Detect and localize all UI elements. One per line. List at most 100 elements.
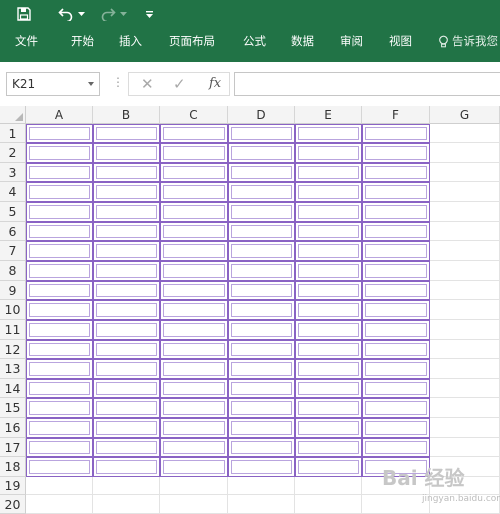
save-icon[interactable] <box>14 4 34 24</box>
cell-a11[interactable] <box>26 320 93 340</box>
cell-a8[interactable] <box>26 261 93 281</box>
cell-d17[interactable] <box>228 438 295 457</box>
cell-b3[interactable] <box>93 163 160 182</box>
cell-b2[interactable] <box>93 143 160 163</box>
column-header-d[interactable]: D <box>228 106 295 124</box>
cell-f12[interactable] <box>362 340 430 359</box>
cell-f14[interactable] <box>362 379 430 398</box>
cell-c4[interactable] <box>160 182 228 202</box>
cell-c2[interactable] <box>160 143 228 163</box>
undo-dropdown-icon[interactable] <box>76 4 86 24</box>
cell-f17[interactable] <box>362 438 430 457</box>
cell-b4[interactable] <box>93 182 160 202</box>
cell-c10[interactable] <box>160 300 228 320</box>
cell-e15[interactable] <box>295 398 362 418</box>
formula-input[interactable] <box>234 72 500 96</box>
cell-e14[interactable] <box>295 379 362 398</box>
tab-file[interactable]: 文件 <box>15 33 38 49</box>
cell-e3[interactable] <box>295 163 362 182</box>
row-header-12[interactable]: 12 <box>0 340 26 359</box>
cell-f5[interactable] <box>362 202 430 222</box>
cell-d18[interactable] <box>228 457 295 477</box>
cell-b5[interactable] <box>93 202 160 222</box>
cell-d20[interactable] <box>228 495 295 514</box>
cell-b8[interactable] <box>93 261 160 281</box>
row-header-17[interactable]: 17 <box>0 438 26 457</box>
cell-a13[interactable] <box>26 359 93 379</box>
cell-g8[interactable] <box>430 261 500 281</box>
cell-f7[interactable] <box>362 241 430 261</box>
row-header-2[interactable]: 2 <box>0 143 26 163</box>
cell-g5[interactable] <box>430 202 500 222</box>
cell-g11[interactable] <box>430 320 500 340</box>
cell-e20[interactable] <box>295 495 362 514</box>
cell-c8[interactable] <box>160 261 228 281</box>
cell-d10[interactable] <box>228 300 295 320</box>
cell-f8[interactable] <box>362 261 430 281</box>
tab-data[interactable]: 数据 <box>291 33 314 49</box>
cell-c6[interactable] <box>160 222 228 241</box>
cell-g9[interactable] <box>430 281 500 300</box>
column-header-g[interactable]: G <box>430 106 500 124</box>
cell-e5[interactable] <box>295 202 362 222</box>
cell-e2[interactable] <box>295 143 362 163</box>
row-header-7[interactable]: 7 <box>0 241 26 261</box>
cell-e19[interactable] <box>295 477 362 495</box>
row-header-18[interactable]: 18 <box>0 457 26 477</box>
row-header-14[interactable]: 14 <box>0 379 26 398</box>
cell-g6[interactable] <box>430 222 500 241</box>
cell-b10[interactable] <box>93 300 160 320</box>
cell-b7[interactable] <box>93 241 160 261</box>
tab-page-layout[interactable]: 页面布局 <box>169 33 215 49</box>
cell-c19[interactable] <box>160 477 228 495</box>
cell-f11[interactable] <box>362 320 430 340</box>
cell-a15[interactable] <box>26 398 93 418</box>
row-header-10[interactable]: 10 <box>0 300 26 320</box>
cell-f2[interactable] <box>362 143 430 163</box>
select-all-button[interactable] <box>0 106 26 124</box>
cell-d9[interactable] <box>228 281 295 300</box>
cell-d13[interactable] <box>228 359 295 379</box>
cell-a4[interactable] <box>26 182 93 202</box>
insert-function-icon[interactable]: fx <box>209 76 221 91</box>
cell-d3[interactable] <box>228 163 295 182</box>
cell-d2[interactable] <box>228 143 295 163</box>
cell-f3[interactable] <box>362 163 430 182</box>
cell-b13[interactable] <box>93 359 160 379</box>
cell-f16[interactable] <box>362 418 430 438</box>
cell-d7[interactable] <box>228 241 295 261</box>
chevron-down-icon[interactable] <box>88 82 94 86</box>
cell-b18[interactable] <box>93 457 160 477</box>
cell-a7[interactable] <box>26 241 93 261</box>
cell-c7[interactable] <box>160 241 228 261</box>
cell-f13[interactable] <box>362 359 430 379</box>
cell-b15[interactable] <box>93 398 160 418</box>
cell-g14[interactable] <box>430 379 500 398</box>
cell-d1[interactable] <box>228 124 295 143</box>
cell-a3[interactable] <box>26 163 93 182</box>
cell-d5[interactable] <box>228 202 295 222</box>
column-header-c[interactable]: C <box>160 106 228 124</box>
cell-a12[interactable] <box>26 340 93 359</box>
cell-b20[interactable] <box>93 495 160 514</box>
cancel-icon[interactable]: ✕ <box>141 75 154 93</box>
cell-e4[interactable] <box>295 182 362 202</box>
cell-d16[interactable] <box>228 418 295 438</box>
cell-c11[interactable] <box>160 320 228 340</box>
column-header-f[interactable]: F <box>362 106 430 124</box>
tab-home[interactable]: 开始 <box>71 33 94 49</box>
cell-e9[interactable] <box>295 281 362 300</box>
cell-a17[interactable] <box>26 438 93 457</box>
cell-b16[interactable] <box>93 418 160 438</box>
cell-d15[interactable] <box>228 398 295 418</box>
cell-f1[interactable] <box>362 124 430 143</box>
cell-b11[interactable] <box>93 320 160 340</box>
tab-formulas[interactable]: 公式 <box>243 33 266 49</box>
cell-a6[interactable] <box>26 222 93 241</box>
cell-b9[interactable] <box>93 281 160 300</box>
cell-e10[interactable] <box>295 300 362 320</box>
cell-g15[interactable] <box>430 398 500 418</box>
cell-e7[interactable] <box>295 241 362 261</box>
cell-a20[interactable] <box>26 495 93 514</box>
cell-g13[interactable] <box>430 359 500 379</box>
